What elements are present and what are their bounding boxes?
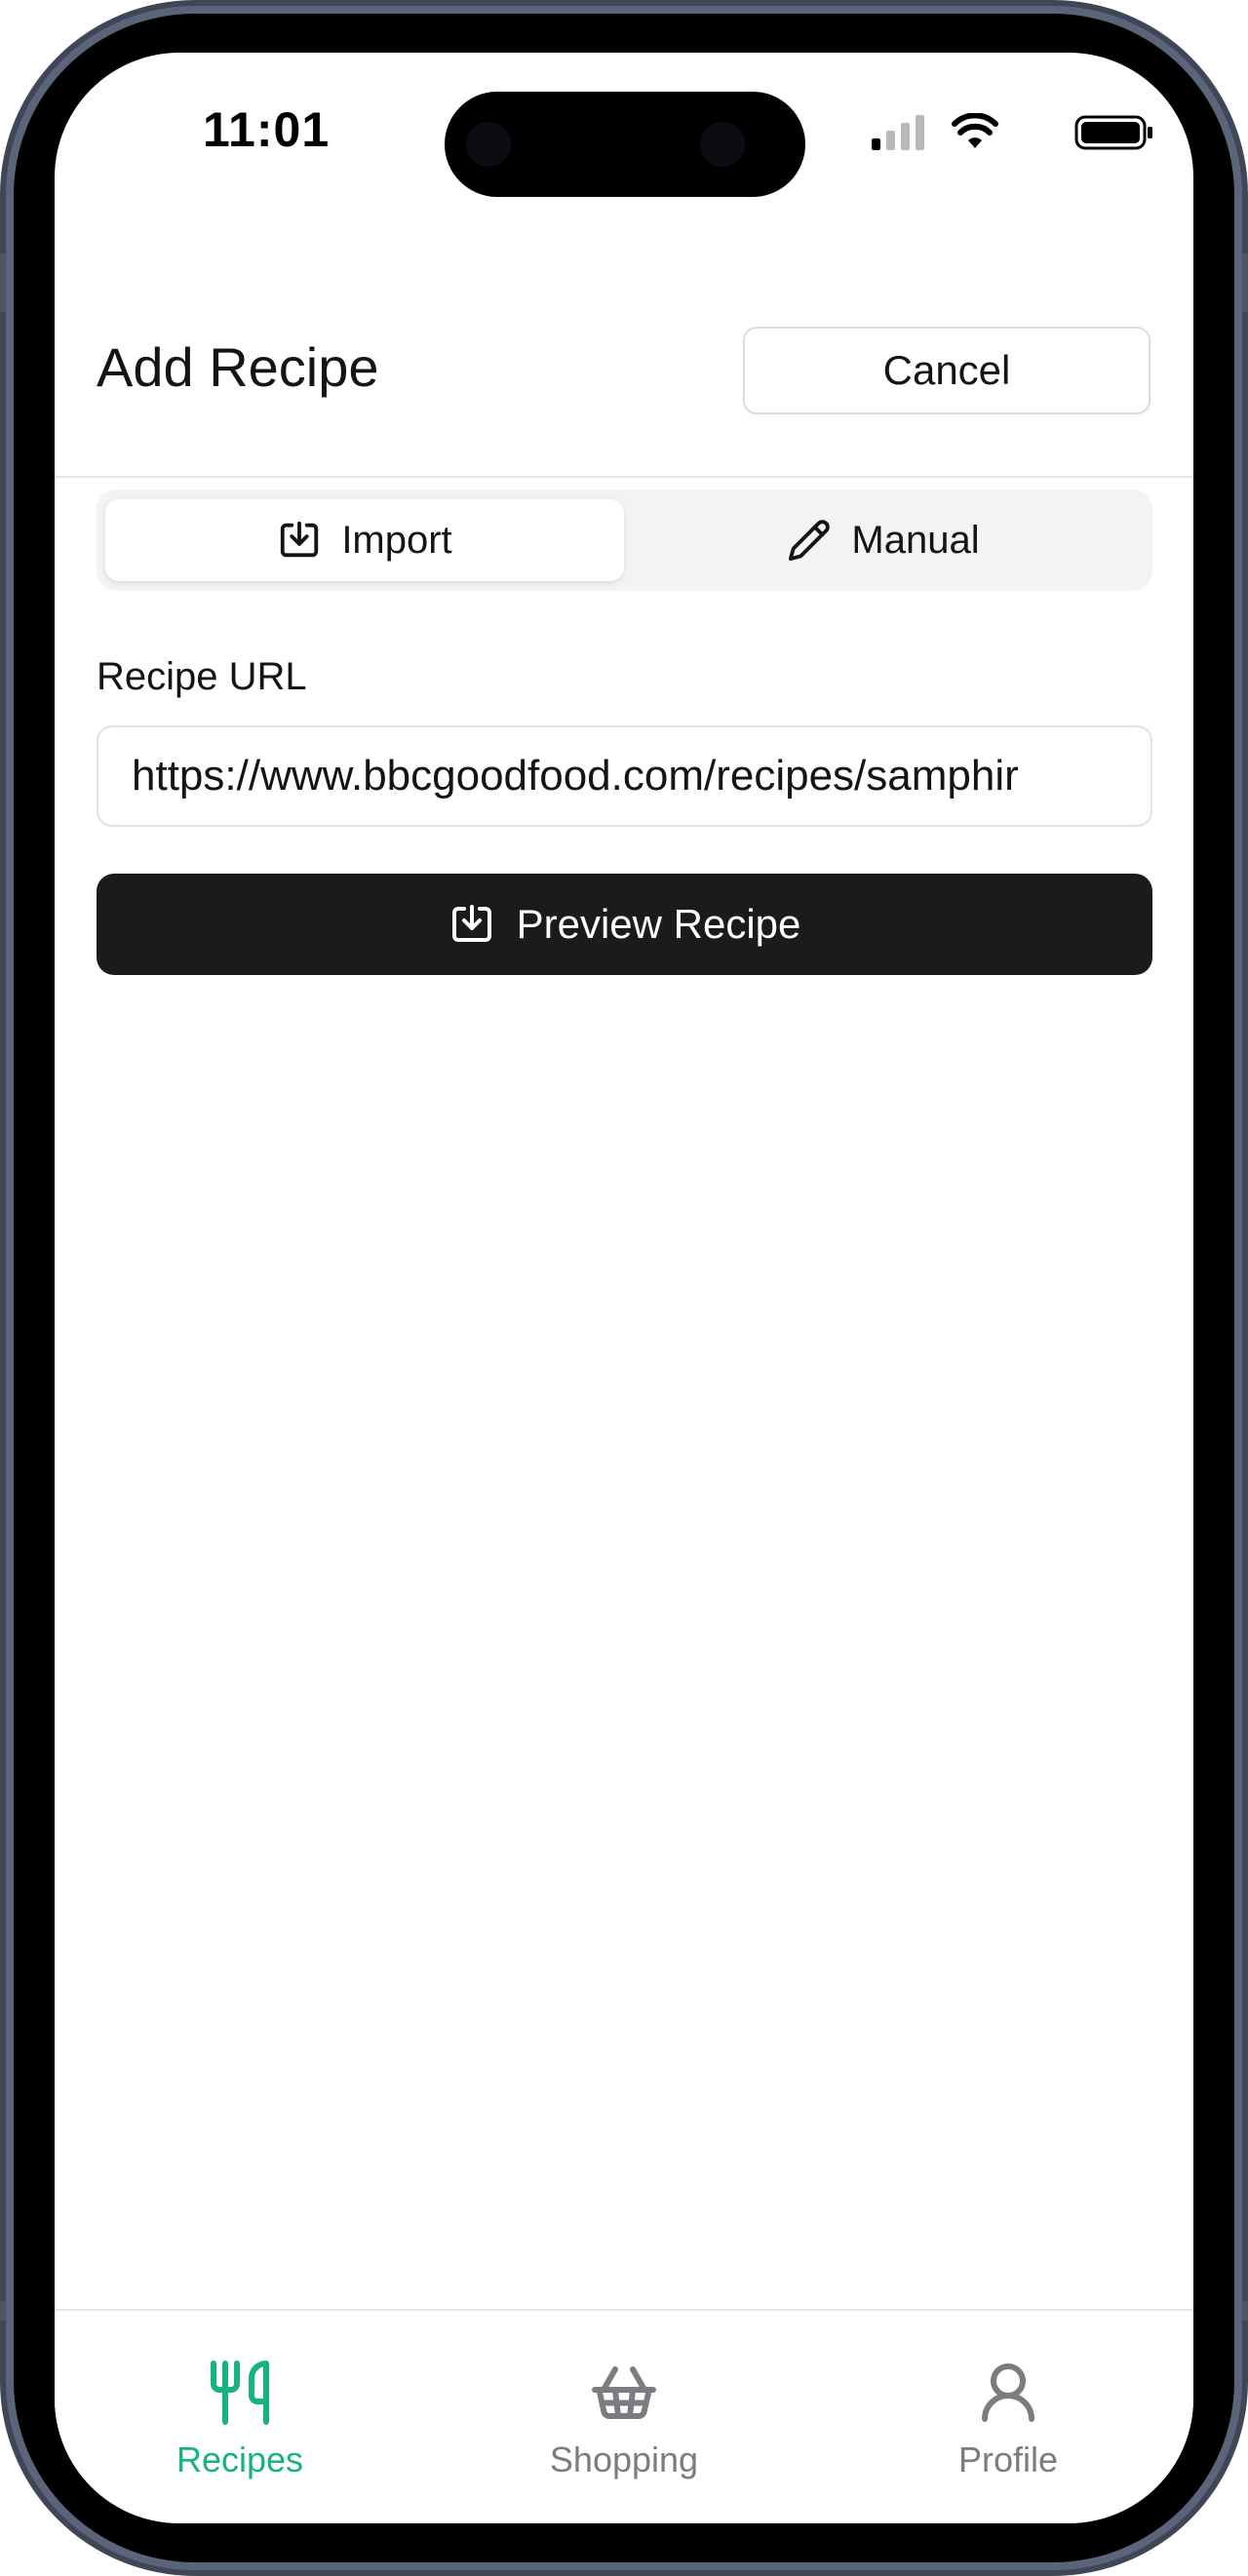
wifi-icon	[952, 113, 998, 148]
bottom-tab-bar: Recipes Shopping Profile	[55, 2309, 1193, 2523]
recipe-url-input[interactable]	[97, 725, 1152, 827]
mode-segmented-control: Import Manual	[97, 489, 1152, 591]
side-button	[1242, 254, 1248, 312]
tab-profile[interactable]: Profile	[862, 2358, 1154, 2480]
tab-shopping[interactable]: Shopping	[478, 2358, 770, 2480]
tab-recipes-label: Recipes	[176, 2439, 304, 2479]
dynamic-island	[445, 92, 805, 197]
tab-shopping-label: Shopping	[549, 2439, 699, 2479]
preview-recipe-label: Preview Recipe	[516, 901, 801, 947]
manual-tab-label: Manual	[851, 518, 980, 562]
side-button	[1242, 2301, 1248, 2321]
page-title: Add Recipe	[97, 336, 379, 398]
basket-icon	[592, 2366, 656, 2419]
tab-profile-label: Profile	[957, 2439, 1059, 2479]
cellular-signal-icon	[872, 115, 924, 150]
user-icon	[982, 2363, 1034, 2422]
import-tab-label: Import	[341, 518, 452, 562]
side-button	[0, 254, 6, 312]
utensils-icon	[211, 2361, 269, 2425]
screen: 11:01 Add Recipe Cancel Import Manual Re…	[55, 53, 1193, 2523]
import-tab[interactable]: Import	[105, 499, 624, 581]
tab-recipes[interactable]: Recipes	[94, 2358, 386, 2480]
cancel-button[interactable]: Cancel	[743, 327, 1150, 414]
side-button	[0, 2301, 6, 2321]
camera-lens	[700, 122, 745, 167]
pencil-icon	[789, 520, 831, 562]
import-icon	[451, 905, 491, 942]
header: Add Recipe Cancel	[55, 248, 1193, 478]
recipe-url-label: Recipe URL	[97, 655, 307, 698]
status-icons	[872, 113, 1164, 152]
camera-lens	[466, 122, 511, 167]
status-time: 11:01	[203, 102, 331, 157]
import-icon	[281, 521, 319, 558]
manual-tab[interactable]: Manual	[624, 499, 1143, 581]
preview-recipe-button[interactable]: Preview Recipe	[97, 874, 1152, 975]
battery-icon	[1074, 115, 1152, 150]
